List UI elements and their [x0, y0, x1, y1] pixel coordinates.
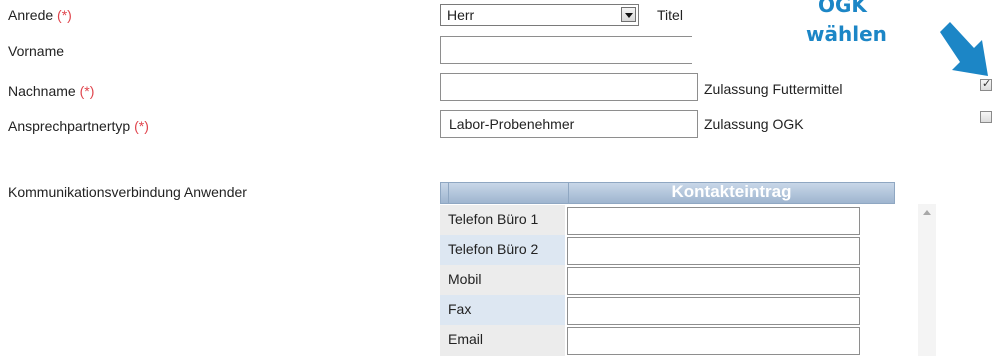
zulassung-futtermittel-checkbox[interactable] [980, 77, 992, 91]
vorname-label: Vorname [8, 43, 65, 59]
scroll-up-arrow-icon[interactable] [923, 210, 931, 215]
nachname-label: Nachname (*) [8, 83, 95, 99]
annotation-waehlen-text: wählen [806, 22, 887, 46]
anrede-selected-value: Herr [447, 7, 475, 23]
grid-header-divider [448, 183, 449, 203]
anrede-label: Anrede (*) [8, 7, 72, 23]
titel-label: Titel [657, 7, 683, 23]
nachname-field[interactable] [440, 73, 698, 101]
ansprechpartnertyp-label: Ansprechpartnertyp (*) [8, 118, 149, 134]
grid-scrollbar[interactable] [918, 204, 936, 356]
email-input[interactable] [567, 327, 860, 355]
grid-row-label-telefon-buero-1: Telefon Büro 1 [440, 205, 565, 235]
zulassung-ogk-checkbox[interactable] [980, 111, 992, 123]
mobil-input[interactable] [567, 267, 860, 295]
grid-row-label-fax: Fax [440, 295, 565, 325]
zulassung-futtermittel-label: Zulassung Futtermittel [704, 81, 843, 97]
telefon-buero-1-input[interactable] [567, 207, 860, 235]
contact-grid-header: Kontakteintrag [440, 182, 895, 204]
arrow-down-right-icon [940, 22, 988, 76]
fax-input[interactable] [567, 297, 860, 325]
kommunikation-label: Kommunikationsverbindung Anwender [8, 184, 247, 200]
grid-row-label-telefon-buero-2: Telefon Büro 2 [440, 235, 565, 265]
zulassung-ogk-label: Zulassung OGK [704, 116, 804, 132]
vorname-field[interactable] [440, 36, 692, 64]
grid-header-title: Kontakteintrag [671, 182, 792, 201]
ansprechpartnertyp-field[interactable] [440, 110, 698, 138]
telefon-buero-2-input[interactable] [567, 237, 860, 265]
annotation-ogk-text: OGK [818, 0, 867, 17]
chevron-down-icon[interactable] [621, 7, 636, 22]
grid-row-label-email: Email [440, 325, 565, 356]
grid-row-label-mobil: Mobil [440, 265, 565, 295]
anrede-select[interactable]: Herr [440, 4, 639, 26]
